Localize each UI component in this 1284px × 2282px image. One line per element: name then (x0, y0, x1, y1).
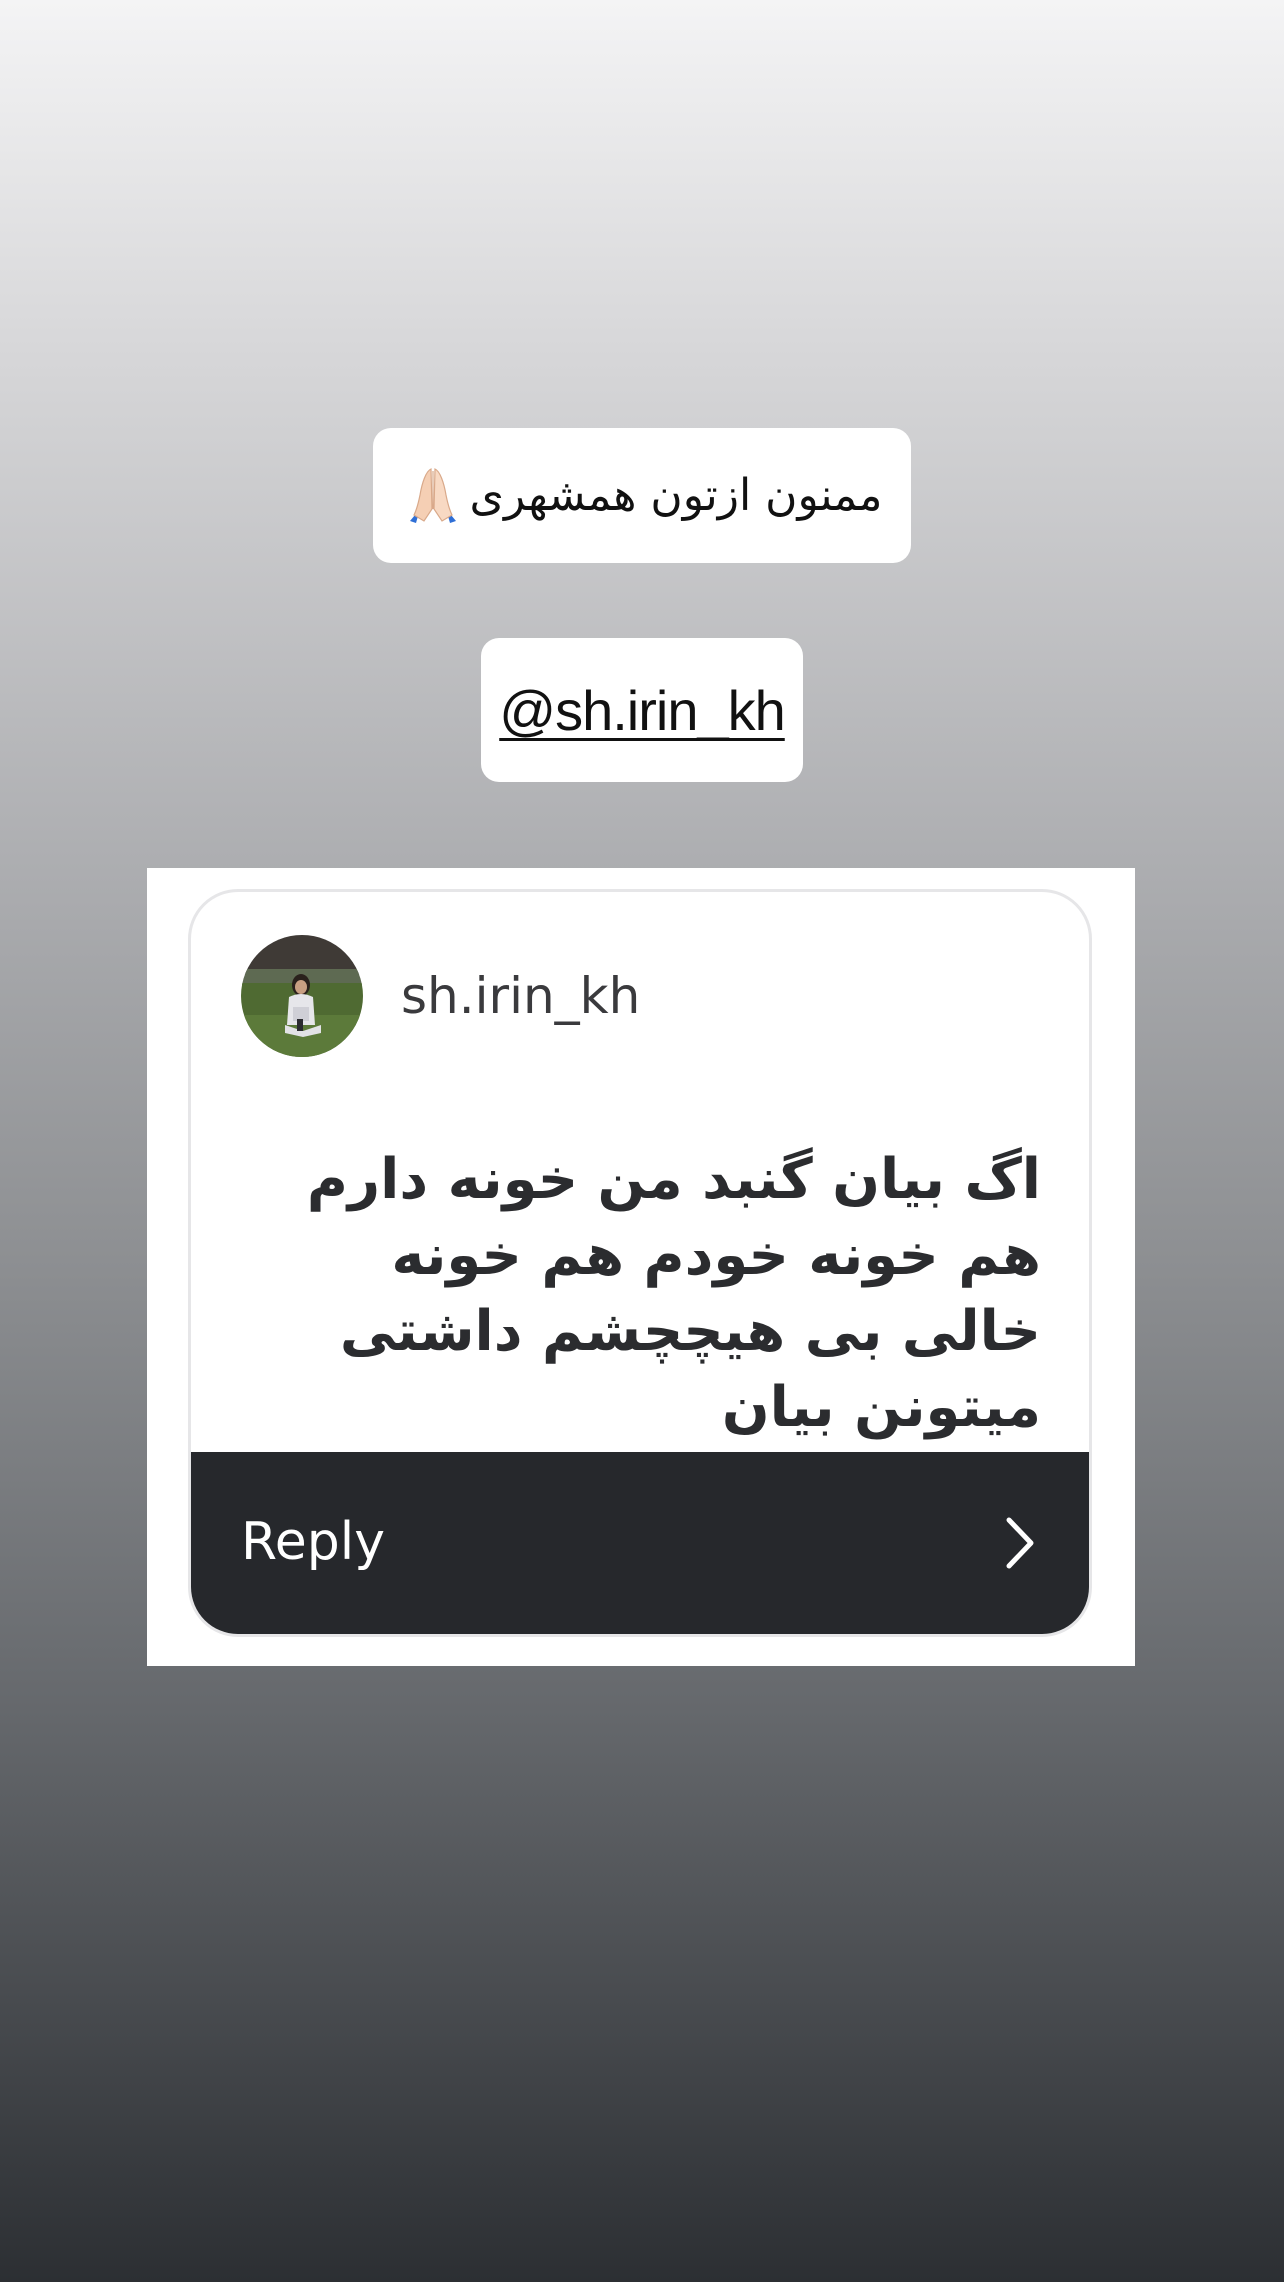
folded-hands-icon (402, 465, 464, 527)
question-card: sh.irin_kh اگ بیان گنبد من خونه دارم هم … (188, 889, 1092, 1637)
mention-sticker[interactable]: @sh.irin_kh (481, 638, 803, 782)
question-text: اگ بیان گنبد من خونه دارم هم خونه خودم ه… (306, 1147, 1041, 1440)
avatar[interactable] (241, 935, 363, 1057)
reply-label: Reply (241, 1512, 386, 1572)
username[interactable]: sh.irin_kh (401, 967, 640, 1025)
chevron-right-icon (1003, 1516, 1037, 1570)
question-sticker[interactable]: sh.irin_kh اگ بیان گنبد من خونه دارم هم … (147, 868, 1135, 1666)
card-header: sh.irin_kh (241, 934, 640, 1058)
mention-link[interactable]: @sh.irin_kh (499, 678, 786, 743)
reply-button[interactable]: Reply (191, 1452, 1089, 1634)
caption-sticker[interactable]: ممنون ازتون همشهری (373, 428, 911, 563)
caption-text: ممنون ازتون همشهری (469, 470, 884, 521)
